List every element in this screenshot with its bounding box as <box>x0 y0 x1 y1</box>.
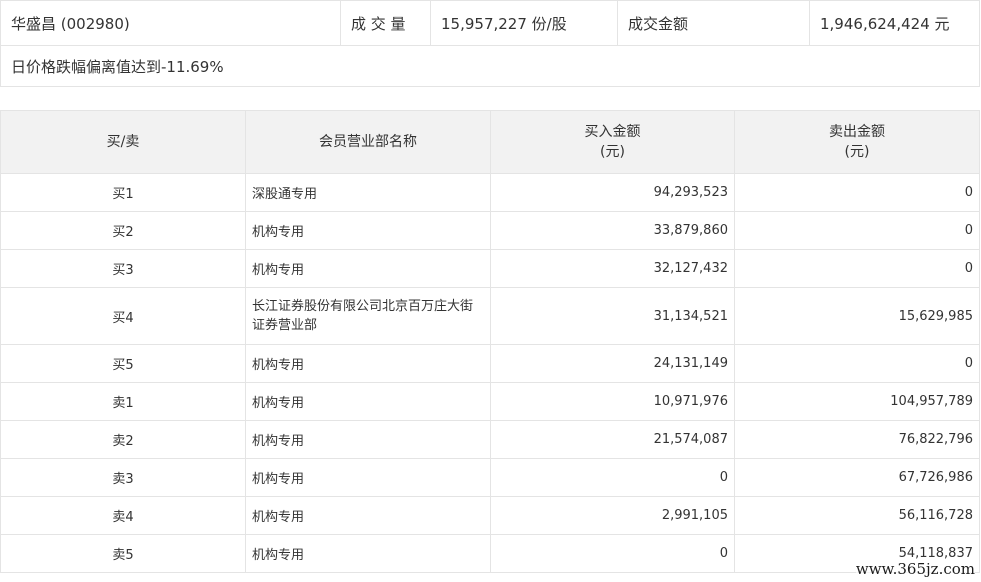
table-row: 卖2 机构专用 21,574,087 76,822,796 <box>0 420 980 459</box>
sell-cell: 104,957,789 <box>734 382 980 421</box>
buy-cell: 0 <box>490 534 735 573</box>
trade-table: 买/卖 会员营业部名称 买入金额 (元) 卖出金额 (元) 买1 深股通专用 94,29… <box>0 110 980 573</box>
header-buy-unit: (元) <box>600 144 625 160</box>
table-row: 卖3 机构专用 0 67,726,986 <box>0 458 980 497</box>
side-cell: 买5 <box>0 344 246 383</box>
buy-cell: 33,879,860 <box>490 211 735 250</box>
table-row: 卖4 机构专用 2,991,105 56,116,728 <box>0 496 980 535</box>
member-cell: 机构专用 <box>245 249 491 288</box>
member-cell: 长江证券股份有限公司北京百万庄大街证券营业部 <box>245 287 491 345</box>
stock-name: 华盛昌 (002980) <box>0 0 341 46</box>
member-cell: 深股通专用 <box>245 173 491 212</box>
member-cell: 机构专用 <box>245 211 491 250</box>
side-cell: 卖4 <box>0 496 246 535</box>
header-member: 会员营业部名称 <box>245 110 491 174</box>
member-cell: 机构专用 <box>245 420 491 459</box>
member-cell: 机构专用 <box>245 534 491 573</box>
buy-cell: 94,293,523 <box>490 173 735 212</box>
side-cell: 卖2 <box>0 420 246 459</box>
header-buy: 买入金额 (元) <box>490 110 735 174</box>
sell-cell: 0 <box>734 344 980 383</box>
member-cell: 机构专用 <box>245 496 491 535</box>
sell-cell: 0 <box>734 211 980 250</box>
side-cell: 卖3 <box>0 458 246 497</box>
member-cell: 机构专用 <box>245 344 491 383</box>
table-row: 买3 机构专用 32,127,432 0 <box>0 249 980 288</box>
side-cell: 卖5 <box>0 534 246 573</box>
table-header: 买/卖 会员营业部名称 买入金额 (元) 卖出金额 (元) <box>0 110 980 174</box>
header-sell-label: 卖出金额 <box>829 124 885 140</box>
site-watermark: www.365jz.com <box>855 560 975 578</box>
summary-table: 华盛昌 (002980) 成 交 量 15,957,227 份/股 成交金额 1… <box>0 0 980 87</box>
amount-value: 1,946,624,424 元 <box>809 0 980 46</box>
summary-row: 华盛昌 (002980) 成 交 量 15,957,227 份/股 成交金额 1… <box>0 0 980 46</box>
volume-label: 成 交 量 <box>340 0 431 46</box>
sell-cell: 67,726,986 <box>734 458 980 497</box>
table-row: 卖5 机构专用 0 54,118,837 <box>0 534 980 573</box>
header-sell: 卖出金额 (元) <box>734 110 980 174</box>
sell-cell: 15,629,985 <box>734 287 980 345</box>
member-cell: 机构专用 <box>245 382 491 421</box>
note-row: 日价格跌幅偏离值达到-11.69% <box>0 45 980 87</box>
buy-cell: 10,971,976 <box>490 382 735 421</box>
header-side: 买/卖 <box>0 110 246 174</box>
sell-cell: 76,822,796 <box>734 420 980 459</box>
buy-cell: 24,131,149 <box>490 344 735 383</box>
table-row: 买2 机构专用 33,879,860 0 <box>0 211 980 250</box>
header-buy-label: 买入金额 <box>584 124 641 140</box>
side-cell: 买3 <box>0 249 246 288</box>
amount-label: 成交金额 <box>617 0 810 46</box>
deviation-note: 日价格跌幅偏离值达到-11.69% <box>0 45 980 87</box>
buy-cell: 32,127,432 <box>490 249 735 288</box>
buy-cell: 21,574,087 <box>490 420 735 459</box>
table-row: 买5 机构专用 24,131,149 0 <box>0 344 980 383</box>
table-row: 卖1 机构专用 10,971,976 104,957,789 <box>0 382 980 421</box>
sell-cell: 0 <box>734 173 980 212</box>
sell-cell: 0 <box>734 249 980 288</box>
sell-cell: 56,116,728 <box>734 496 980 535</box>
table-row: 买1 深股通专用 94,293,523 0 <box>0 173 980 212</box>
member-cell: 机构专用 <box>245 458 491 497</box>
buy-cell: 0 <box>490 458 735 497</box>
side-cell: 买2 <box>0 211 246 250</box>
side-cell: 买4 <box>0 287 246 345</box>
header-sell-unit: (元) <box>844 144 870 160</box>
side-cell: 买1 <box>0 173 246 212</box>
side-cell: 卖1 <box>0 382 246 421</box>
volume-value: 15,957,227 份/股 <box>430 0 618 46</box>
buy-cell: 31,134,521 <box>490 287 735 345</box>
table-row: 买4 长江证券股份有限公司北京百万庄大街证券营业部 31,134,521 15,629… <box>0 287 980 345</box>
buy-cell: 2,991,105 <box>490 496 735 535</box>
